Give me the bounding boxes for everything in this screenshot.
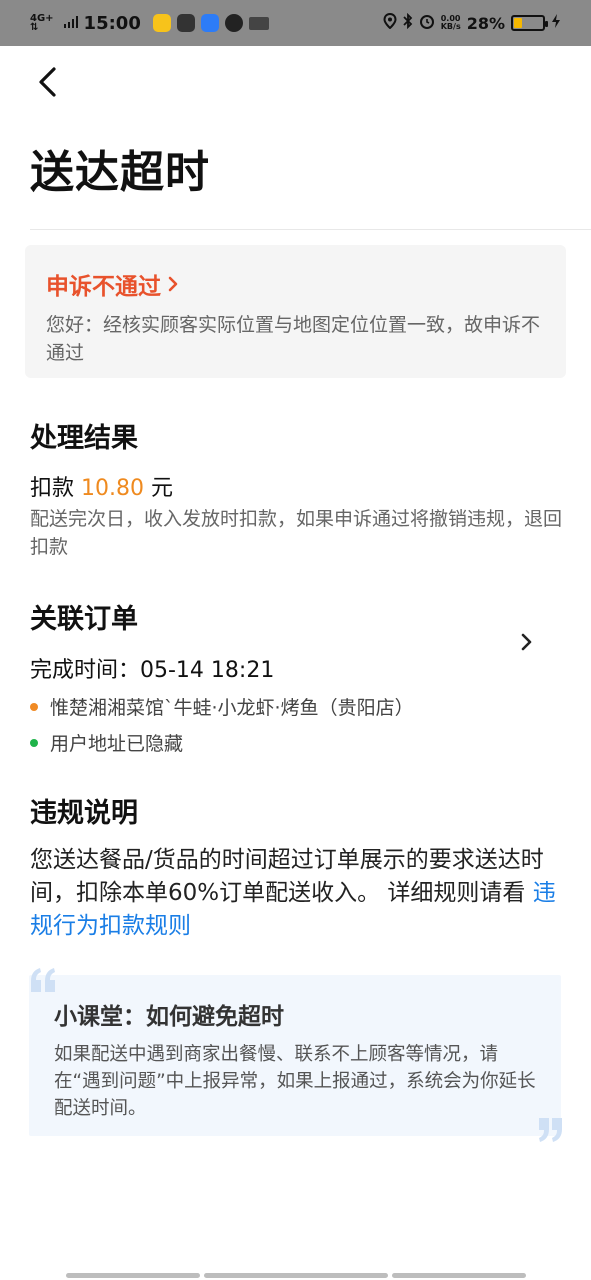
violation-text: 您送达餐品/货品的时间超过订单展示的要求送达时间，扣除本单60%订单配送收入。 … <box>30 847 544 906</box>
charging-icon <box>551 13 561 33</box>
nav-gesture-bar[interactable] <box>66 1273 200 1278</box>
network-indicator: 4G+ ⇅ <box>30 14 54 33</box>
order-store-name: 惟楚湘湘菜馆`牛蛙·小龙虾·烤鱼（贵阳店） <box>50 697 414 719</box>
appeal-message: 您好：经核实顾客实际位置与地图定位位置一致，故申诉不通过 <box>46 314 541 364</box>
order-address: 用户地址已隐藏 <box>50 733 184 755</box>
clock: 15:00 <box>83 12 141 34</box>
app-notification-icon <box>248 16 269 30</box>
network-speed: 0.00 KB/s <box>441 15 461 31</box>
nav-gesture-bar[interactable] <box>392 1273 526 1278</box>
close-quote-icon <box>536 1116 564 1144</box>
appeal-status-link[interactable]: 申诉不通过 <box>46 267 546 301</box>
app-notification-icon <box>200 14 219 32</box>
chevron-left-icon[interactable] <box>30 64 66 100</box>
deduction-label: 扣款 <box>30 476 75 501</box>
nav-gesture-bar[interactable] <box>204 1273 388 1278</box>
deduction-amount: 10.80 <box>81 476 144 501</box>
order-finish-time: 完成时间：05-14 18:21 <box>30 658 275 683</box>
violation-section-title: 违规说明 <box>30 798 138 829</box>
header-divider <box>30 229 591 230</box>
bluetooth-icon <box>403 12 413 33</box>
page-title: 送达超时 <box>30 147 210 198</box>
order-detail-button[interactable] <box>517 630 535 654</box>
appeal-status-text: 申诉不通过 <box>46 274 161 300</box>
result-section-title: 处理结果 <box>30 423 138 454</box>
speed-unit: KB/s <box>440 22 461 31</box>
order-address-line: 用户地址已隐藏 <box>30 729 183 756</box>
app-notification-icon <box>152 14 171 32</box>
alarm-icon <box>419 13 435 33</box>
address-dot-icon <box>30 738 38 747</box>
battery-icon <box>511 15 548 31</box>
signal-icon <box>63 13 78 33</box>
battery-level <box>514 18 522 28</box>
order-store-line: 惟楚湘湘菜馆`牛蛙·小龙虾·烤鱼（贵阳店） <box>30 693 414 720</box>
battery-percent: 28% <box>466 13 505 33</box>
app-notification-icon <box>176 14 195 32</box>
chevron-right-icon[interactable] <box>517 630 535 654</box>
tips-box: 小课堂：如何避免超时 如果配送中遇到商家出餐慢、联系不上顾客等情况，请在“遇到问… <box>29 975 561 1136</box>
location-icon <box>383 12 397 33</box>
store-dot-icon <box>30 702 38 711</box>
signal-arrows: ⇅ <box>30 22 39 33</box>
appeal-result-card[interactable]: 申诉不通过 您好：经核实顾客实际位置与地图定位位置一致，故申诉不通过 <box>25 245 566 378</box>
tips-title: 小课堂：如何避免超时 <box>54 1004 284 1030</box>
deduction-unit: 元 <box>151 476 174 501</box>
order-section-title: 关联订单 <box>30 604 138 635</box>
back-button[interactable] <box>30 64 66 100</box>
deduction-note: 配送完次日，收入发放时扣款，如果申诉通过将撤销违规，退回扣款 <box>30 508 563 558</box>
violation-description: 您送达餐品/货品的时间超过订单展示的要求送达时间，扣除本单60%订单配送收入。 … <box>30 844 570 943</box>
tips-body: 如果配送中遇到商家出餐慢、联系不上顾客等情况，请在“遇到问题”中上报异常，如果上… <box>54 1044 536 1119</box>
app-notification-icon <box>224 14 243 32</box>
status-bar: 4G+ ⇅ 15:00 0.00 KB/s 28% <box>0 0 591 46</box>
chevron-right-icon <box>168 276 178 292</box>
open-quote-icon <box>28 966 58 994</box>
deduction-line: 扣款 10.80 元 <box>30 470 173 502</box>
